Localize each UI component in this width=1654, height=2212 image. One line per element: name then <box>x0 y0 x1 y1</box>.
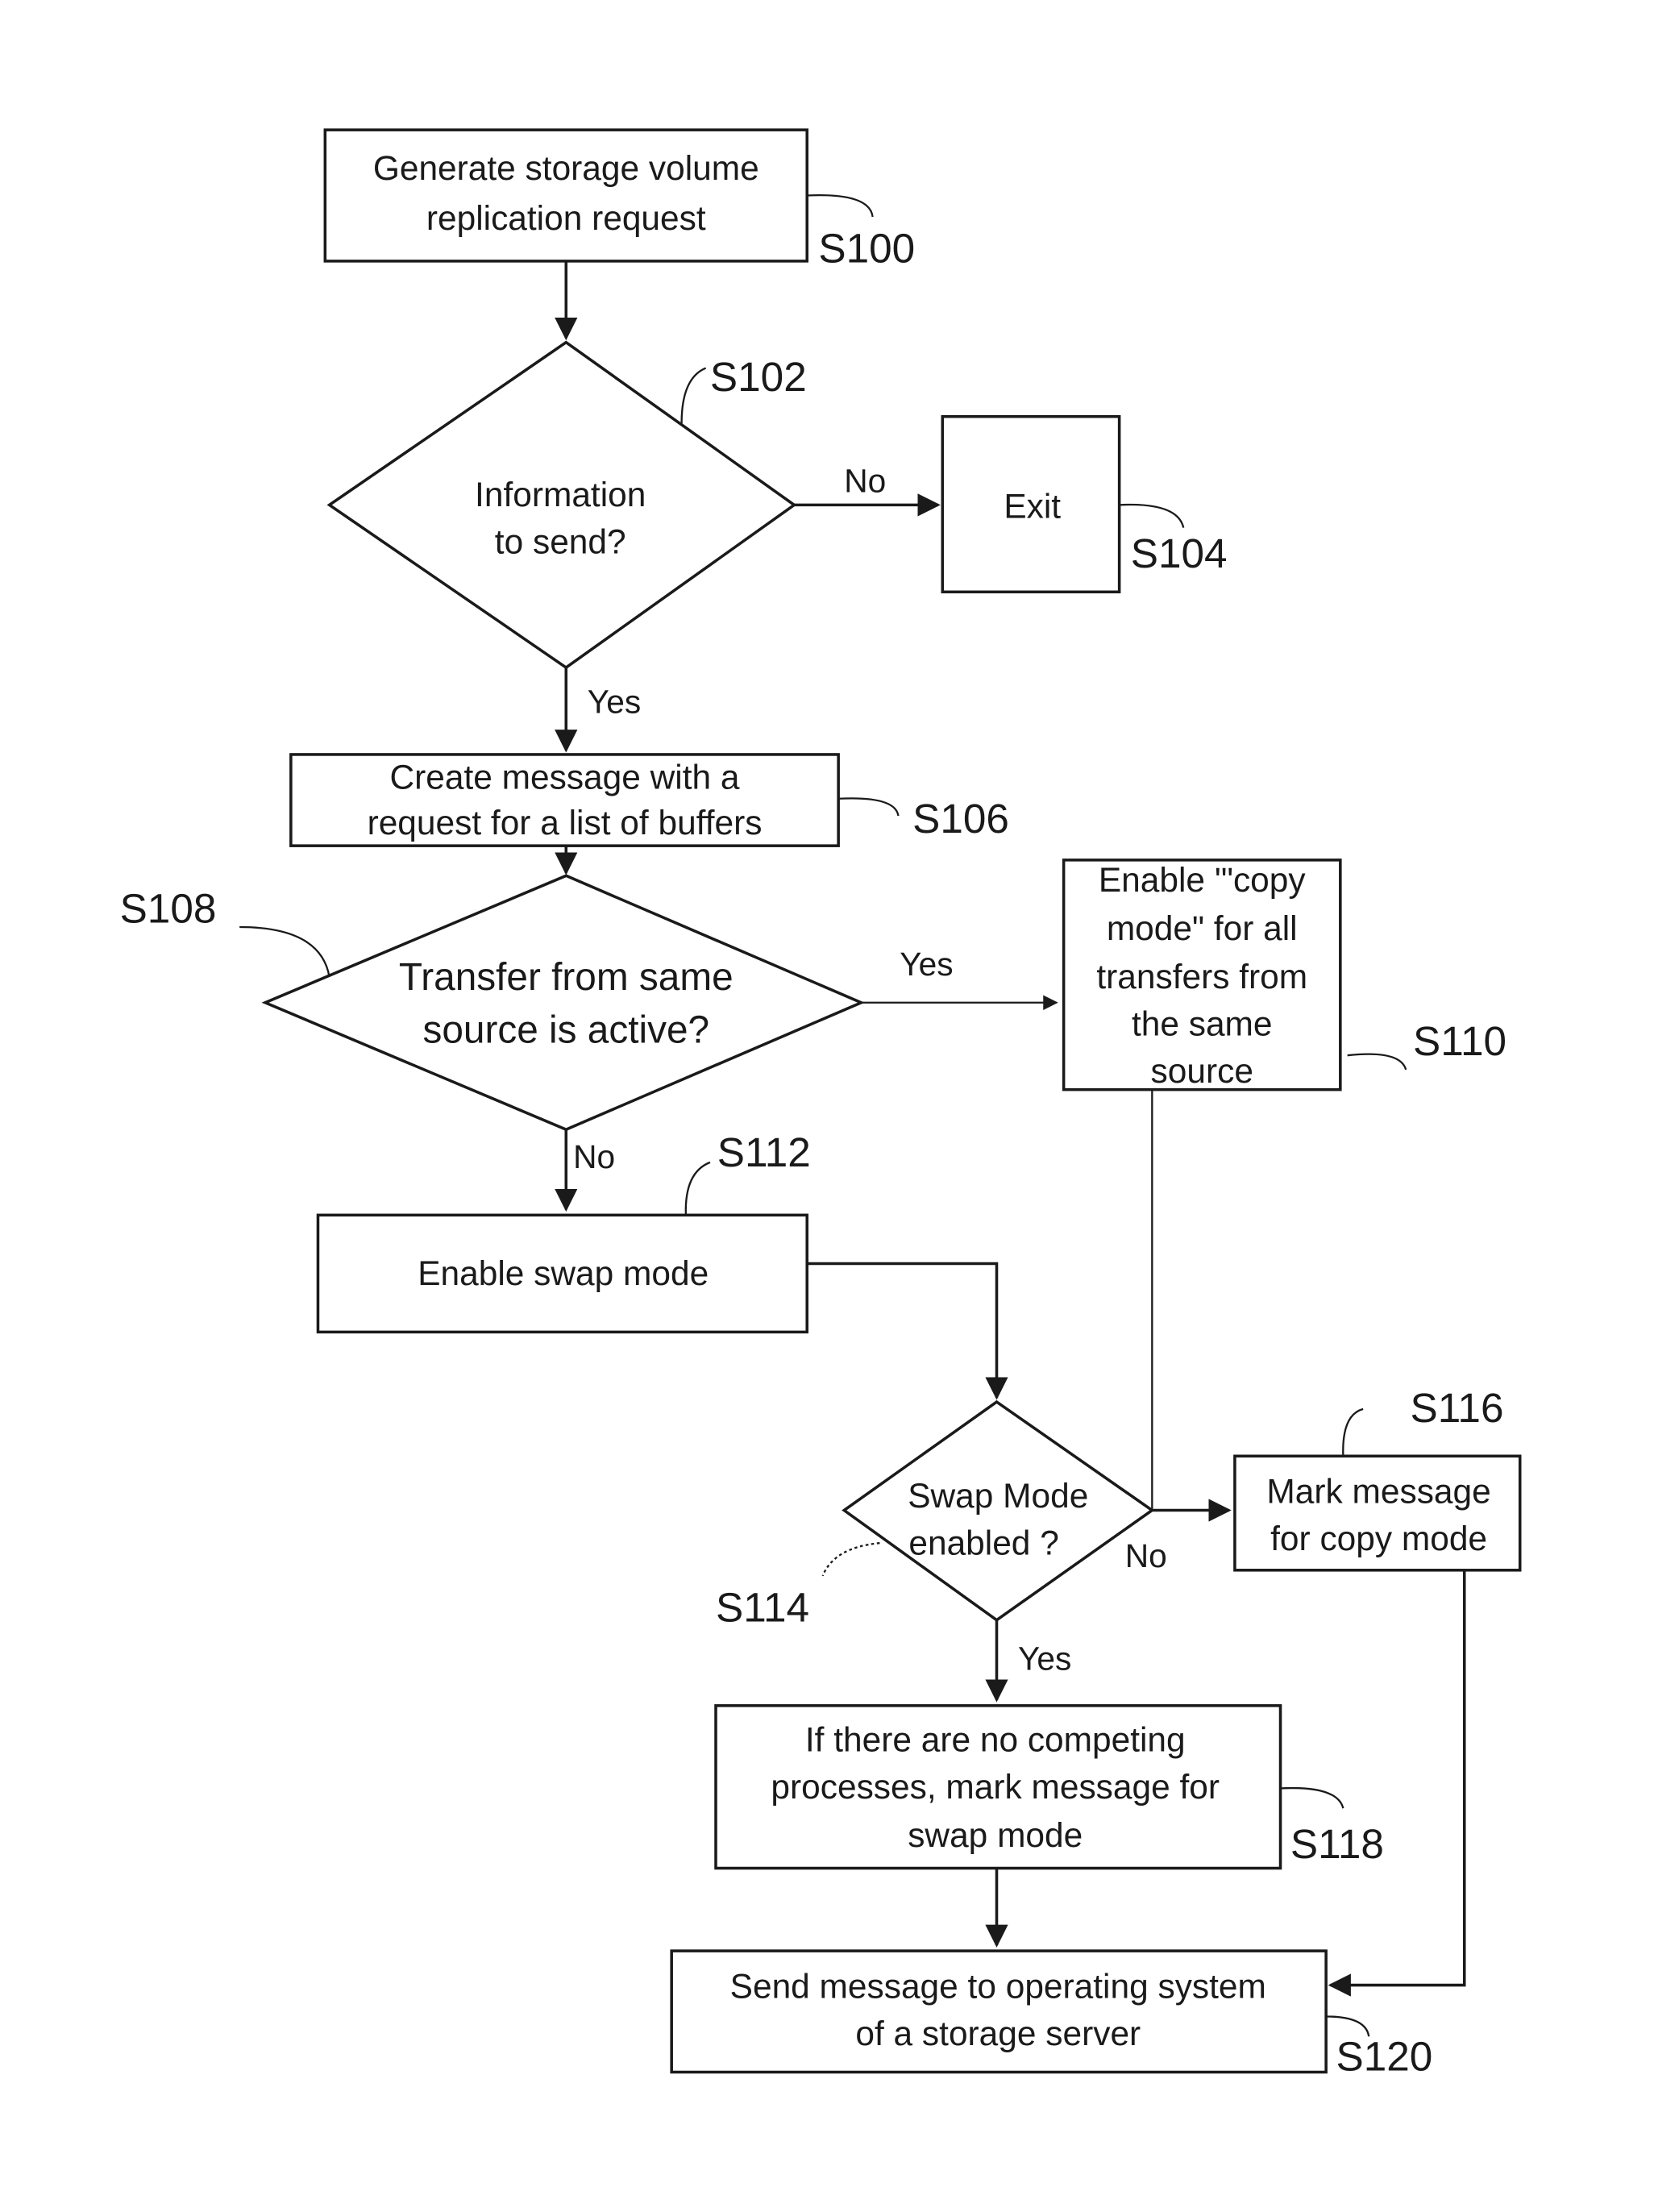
decision-text: Swap Mode <box>908 1477 1088 1515</box>
decision-s108: Transfer from same source is active? S10… <box>120 874 865 1132</box>
leader-line <box>1347 1053 1407 1071</box>
step-id: S104 <box>1131 530 1228 576</box>
step-s118: If there are no competing processes, mar… <box>714 1704 1384 1870</box>
step-text: swap mode <box>908 1816 1083 1854</box>
step-s120: Send message to operating system of a st… <box>670 1949 1433 2080</box>
leader-line <box>1280 1786 1344 1809</box>
leader-line <box>1119 503 1185 528</box>
step-text: If there are no competing <box>805 1720 1186 1758</box>
step-text: the same <box>1132 1004 1273 1042</box>
leader-line <box>684 1161 711 1216</box>
step-s104: Exit S104 <box>941 414 1228 594</box>
step-text: Exit <box>1004 487 1061 525</box>
leader-line <box>239 925 330 978</box>
step-id: S106 <box>912 796 1009 842</box>
decision-s102: Information to send? S102 <box>326 340 807 670</box>
step-text: transfers from <box>1096 958 1307 996</box>
edge-label-yes: Yes <box>900 946 953 983</box>
step-id: S118 <box>1290 1821 1384 1867</box>
step-text: processes, mark message for <box>771 1768 1220 1806</box>
step-text: mode" for all <box>1107 909 1298 947</box>
flowchart: Generate storage volume replication requ… <box>120 128 1522 2080</box>
arrow <box>807 1262 1008 1400</box>
leader-line <box>838 797 900 817</box>
step-text: for copy mode <box>1270 1520 1487 1557</box>
step-s112: Enable swap mode S112 <box>316 1129 811 1334</box>
edge-label-no: No <box>1125 1537 1167 1574</box>
step-text: replication request <box>426 199 706 237</box>
step-text: Enable '"copy <box>1099 861 1307 899</box>
step-text: Create message with a <box>390 758 740 796</box>
decision-s114: Swap Mode enabled ? S114 <box>716 1399 1155 1630</box>
step-text: source <box>1151 1052 1253 1090</box>
leader-line <box>807 194 874 218</box>
step-id: S120 <box>1336 2034 1433 2080</box>
edge-label-yes: Yes <box>588 684 641 721</box>
step-s110: Enable '"copy mode" for all transfers fr… <box>1062 859 1506 1091</box>
step-id: S114 <box>716 1584 809 1630</box>
step-id: S100 <box>818 226 915 272</box>
step-text: of a storage server <box>855 2014 1141 2052</box>
step-text: Generate storage volume <box>373 149 759 187</box>
decision-text: source is active? <box>422 1008 709 1051</box>
step-s100: Generate storage volume replication requ… <box>323 128 915 272</box>
decision-diamond <box>261 874 865 1132</box>
step-text: Mark message <box>1266 1473 1490 1511</box>
step-text: Enable swap mode <box>418 1254 709 1292</box>
step-s116: Mark message for copy mode S116 <box>1233 1385 1522 1572</box>
step-id: S112 <box>717 1129 811 1175</box>
leader-line <box>1342 1407 1364 1457</box>
step-id: S116 <box>1411 1385 1504 1431</box>
step-text: request for a list of buffers <box>368 804 763 842</box>
step-id: S102 <box>710 354 807 400</box>
leader-line <box>821 1542 880 1577</box>
decision-text: to send? <box>495 523 626 561</box>
arrow <box>1328 1570 1466 1997</box>
decision-text: Transfer from same <box>399 956 733 999</box>
edge-label-no: No <box>573 1138 615 1175</box>
step-s106: Create message with a request for a list… <box>289 753 1009 847</box>
step-id: S108 <box>120 886 217 932</box>
leader-line <box>680 367 707 424</box>
decision-text: Information <box>475 476 646 514</box>
step-text: Send message to operating system <box>730 1967 1266 2005</box>
edge-label-yes: Yes <box>1018 1640 1071 1678</box>
edge-label-no: No <box>844 462 886 499</box>
decision-text: enabled ? <box>908 1524 1058 1561</box>
step-id: S110 <box>1413 1018 1506 1064</box>
